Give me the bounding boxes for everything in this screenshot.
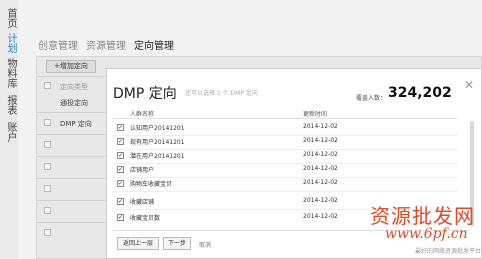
checkbox[interactable]: ✓: [117, 138, 124, 145]
table-row[interactable]: ✓ 潜在用户20141201 2014-12-02: [113, 150, 458, 164]
bg-checkbox[interactable]: [44, 82, 51, 89]
watermark-title: 资源批发网: [370, 204, 475, 228]
filter-label: 定向类型: [60, 83, 88, 91]
coverage-label: 覆盖人数：: [356, 95, 387, 102]
tab-bar: 创意管理 资源管理 定向管理: [38, 37, 174, 52]
checkbox[interactable]: ✓: [117, 198, 124, 205]
nav-item-material[interactable]: 物料库: [2, 58, 16, 88]
back-button[interactable]: 返回上一层: [117, 237, 159, 250]
modal-title: DMP 定向: [113, 86, 177, 102]
coverage-value: 324,202: [388, 85, 452, 101]
nav-item-report[interactable]: 报表: [2, 95, 16, 115]
column-header-name: 人群名称: [130, 111, 155, 118]
add-targeting-button[interactable]: +增加定向: [46, 60, 96, 73]
tab-creative[interactable]: 创意管理: [38, 37, 78, 52]
divider: [36, 156, 106, 157]
update-time: 2014-12-02: [303, 151, 338, 158]
table-row[interactable]: ✓ 店铺用户 2014-12-02: [113, 164, 458, 178]
divider: [36, 200, 106, 201]
update-time: 2014-12-02: [303, 179, 338, 186]
audience-name: 认知用户20141201: [130, 125, 185, 132]
bg-row-label: DMP 定向: [60, 120, 92, 128]
bg-checkbox[interactable]: [44, 141, 51, 148]
nav-item-home[interactable]: 首页: [2, 8, 16, 28]
header-divider: [113, 118, 458, 119]
audience-name: 购物车收藏宝贝: [130, 181, 173, 188]
modal-hint: 还可以选择 1 个 DMP 定向: [185, 90, 258, 97]
divider: [36, 178, 106, 179]
checkbox[interactable]: ✓: [117, 166, 124, 173]
bg-checkbox[interactable]: [44, 229, 51, 236]
audience-name: 收藏店铺: [130, 199, 155, 206]
table-row[interactable]: ✓ 购物车收藏宝贝 2014-12-02: [113, 178, 458, 192]
row-divider: [113, 191, 458, 192]
update-time: 2014-12-02: [303, 123, 338, 130]
watermark-slogan: 最好的网络资源批发平台: [415, 248, 482, 255]
table-row[interactable]: ✓ 现有用户20141201 2014-12-02: [113, 136, 458, 150]
column-header-time: 更新时间: [303, 111, 328, 118]
bg-checkbox[interactable]: [44, 119, 51, 126]
checkbox[interactable]: ✓: [117, 124, 124, 131]
bg-checkbox[interactable]: [44, 207, 51, 214]
nav-item-plan[interactable]: 计划: [2, 33, 16, 53]
nav-item-account[interactable]: 账户: [2, 122, 16, 142]
audience-name: 收藏宝贝数: [130, 215, 161, 222]
divider: [36, 76, 106, 77]
tab-resource[interactable]: 资源管理: [86, 37, 126, 52]
divider: [36, 134, 106, 135]
update-time: 2014-12-02: [303, 137, 338, 144]
left-nav: 首页 计划 物料库 报表 账户: [0, 0, 18, 259]
tab-targeting[interactable]: 定向管理: [134, 37, 174, 52]
next-button[interactable]: 下一步: [163, 237, 191, 250]
watermark-url: www.6pf.cn: [385, 226, 468, 242]
bg-checkbox[interactable]: [44, 185, 51, 192]
table-row[interactable]: ✓ 认知用户20141201 2014-12-02: [113, 122, 458, 136]
checkbox[interactable]: ✓: [117, 180, 124, 187]
cancel-link[interactable]: 取消: [199, 240, 211, 249]
checkbox[interactable]: ✓: [117, 214, 124, 221]
audience-name: 现有用户20141201: [130, 139, 185, 146]
divider: [36, 222, 106, 223]
filter-sub[interactable]: 通投定向: [60, 98, 88, 108]
close-icon[interactable]: ✕: [464, 78, 474, 92]
audience-name: 店铺用户: [130, 167, 155, 174]
divider: [36, 112, 106, 113]
bg-checkbox[interactable]: [44, 163, 51, 170]
audience-name: 潜在用户20141201: [130, 153, 185, 160]
update-time: 2014-12-02: [303, 197, 338, 204]
update-time: 2014-12-02: [303, 165, 338, 172]
update-time: 2014-12-02: [303, 213, 338, 220]
checkbox[interactable]: ✓: [117, 152, 124, 159]
